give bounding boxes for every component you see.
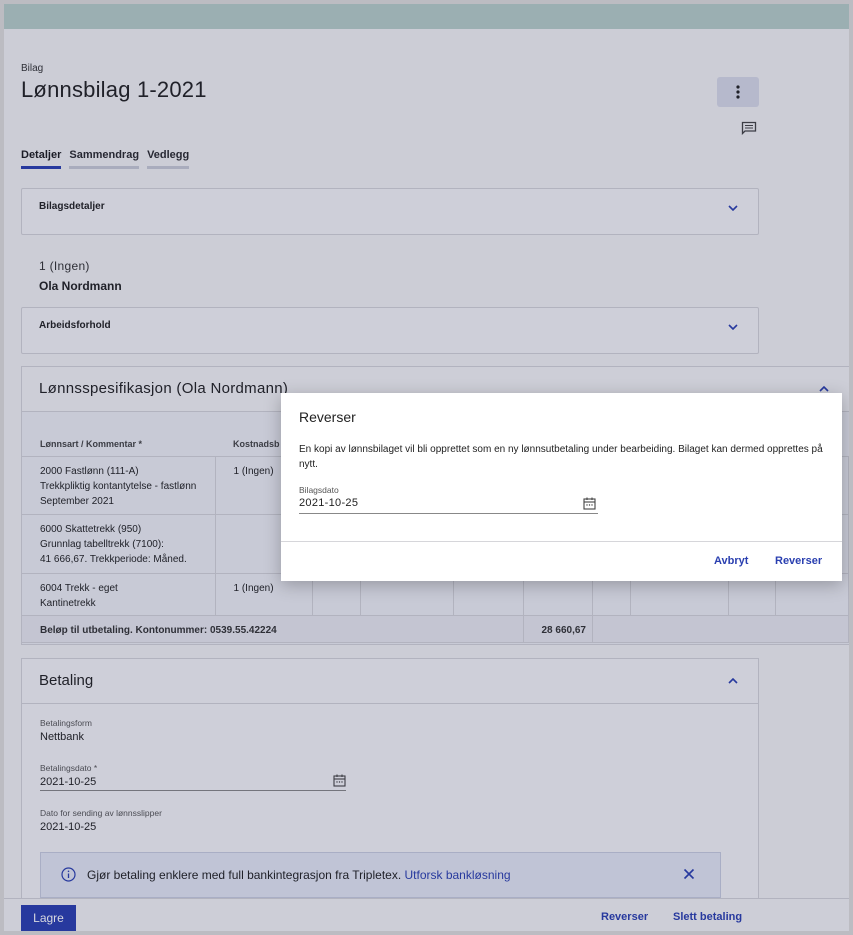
calendar-icon[interactable]: [583, 497, 596, 510]
reverser-dialog: Reverser En kopi av lønnsbilaget vil bli…: [281, 393, 842, 581]
bilagsdato-label: Bilagsdato: [299, 485, 339, 495]
dialog-title: Reverser: [299, 409, 356, 425]
bilagsdato-input[interactable]: 2021-10-25: [299, 497, 598, 514]
app-frame: Bilag Lønnsbilag 1-2021 Detaljer Sammend…: [4, 4, 849, 931]
cancel-button[interactable]: Avbryt: [714, 555, 748, 567]
dialog-body: En kopi av lønnsbilaget vil bli opprette…: [299, 444, 823, 470]
confirm-reverser-button[interactable]: Reverser: [775, 555, 822, 567]
bilagsdato-value: 2021-10-25: [299, 497, 359, 509]
dialog-divider: [281, 541, 842, 542]
